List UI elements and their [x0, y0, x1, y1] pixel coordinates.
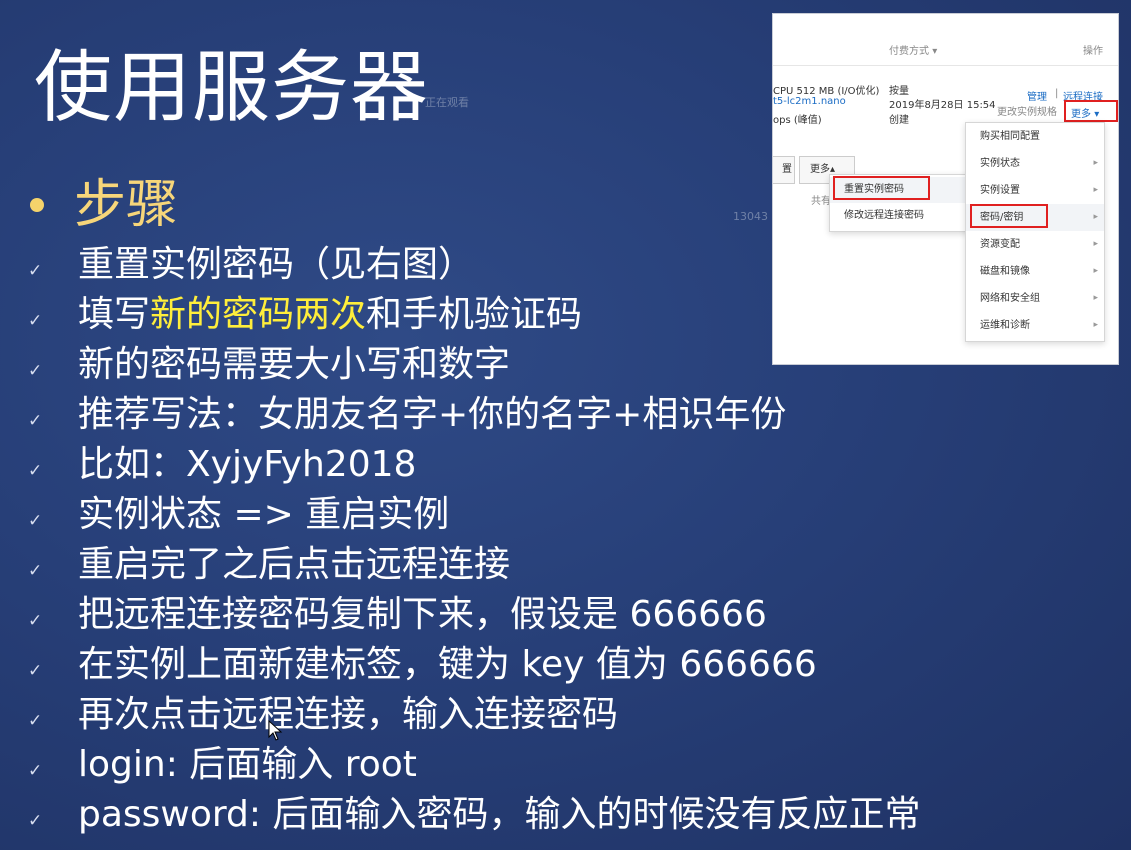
- bullet-dot-icon: [30, 198, 44, 212]
- step-text: 实例状态 => 重启实例: [78, 494, 450, 535]
- mouse-cursor-icon: [268, 720, 283, 741]
- menu-item-disk-image[interactable]: 磁盘和镜像 ▸: [966, 258, 1104, 285]
- menu-item-resource-change[interactable]: 资源变配 ▸: [966, 231, 1104, 258]
- chevron-right-icon: ▸: [1093, 266, 1098, 276]
- list-item: ✓ 在实例上面新建标签，键为 key 值为 666666: [28, 640, 921, 690]
- step-text-highlight: 新的密码两次: [150, 294, 367, 335]
- chevron-right-icon: ▸: [1093, 239, 1098, 249]
- slide-title: 使用服务器: [34, 43, 430, 133]
- check-icon: ✓: [28, 511, 43, 531]
- left-button[interactable]: 置: [773, 156, 795, 184]
- check-icon: ✓: [28, 711, 43, 731]
- menu-item-change-remote-password[interactable]: 修改远程连接密码: [830, 203, 970, 229]
- list-item: ✓ password: 后面输入密码，输入的时候没有反应正常: [28, 790, 921, 840]
- step-text: 比如：XyjyFyh2018: [78, 444, 417, 485]
- list-item: ✓ 把远程连接密码复制下来，假设是 666666: [28, 590, 921, 640]
- highlight-box-reset: [833, 176, 930, 200]
- change-spec-link[interactable]: 更改实例规格: [997, 103, 1057, 118]
- menu-item-instance-status[interactable]: 实例状态 ▸: [966, 150, 1104, 177]
- watermark-number: 13043: [733, 210, 768, 223]
- manage-link[interactable]: 管理: [1027, 88, 1047, 103]
- step-text: 推荐写法：女朋友名字+你的名字+相识年份: [78, 394, 787, 435]
- billing-type: 按量: [889, 86, 909, 97]
- step-text: login: 后面输入 root: [78, 744, 417, 785]
- menu-item-ops-diagnosis[interactable]: 运维和诊断 ▸: [966, 312, 1104, 339]
- step-text: 重启完了之后点击远程连接: [78, 544, 511, 585]
- check-icon: ✓: [28, 261, 43, 281]
- steps-heading: 步骤: [74, 175, 179, 235]
- check-icon: ✓: [28, 561, 43, 581]
- steps-heading-row: 步骤: [30, 170, 178, 240]
- chevron-right-icon: ▸: [1093, 320, 1098, 330]
- step-text: password: 后面输入密码，输入的时候没有反应正常: [78, 794, 921, 835]
- check-icon: ✓: [28, 761, 43, 781]
- list-item: ✓ 重启完了之后点击远程连接: [28, 540, 921, 590]
- menu-item-instance-settings[interactable]: 实例设置 ▸: [966, 177, 1104, 204]
- chevron-right-icon: ▸: [1093, 158, 1098, 168]
- step-text: 填写新的密码两次和手机验证码: [78, 293, 582, 337]
- more-dropdown-menu: 购买相同配置 实例状态 ▸ 实例设置 ▸ 密码/密钥 ▸ 资源变配 ▸ 磁盘和镜像 ▸ 网…: [965, 122, 1105, 342]
- check-icon: ✓: [28, 411, 43, 431]
- watermark-text: 正在观看: [425, 96, 469, 109]
- highlight-box-more: [1064, 100, 1118, 122]
- list-item: ✓ 再次点击远程连接，输入连接密码: [28, 690, 921, 740]
- step-text: 把远程连接密码复制下来，假设是 666666: [78, 594, 767, 635]
- step-text: 在实例上面新建标签，键为 key 值为 666666: [78, 644, 817, 685]
- step-text-pre: 填写: [78, 294, 151, 335]
- instance-bandwidth: ops (峰值): [773, 115, 822, 126]
- instance-type-link[interactable]: t5-lc2m1.nano: [773, 96, 846, 107]
- check-icon: ✓: [28, 661, 43, 681]
- link-separator: |: [1055, 88, 1059, 99]
- created-label: 创建: [889, 115, 909, 126]
- console-screenshot: 付费方式 ▾ 操作 CPU 512 MB (I/O优化) t5-lc2m1.na…: [773, 14, 1118, 364]
- check-icon: ✓: [28, 461, 43, 481]
- header-divider: [773, 65, 1118, 66]
- shared-label: 共有: [811, 196, 831, 207]
- check-icon: ✓: [28, 811, 43, 831]
- menu-item-network-security[interactable]: 网络和安全组 ▸: [966, 285, 1104, 312]
- list-item: ✓ 实例状态 => 重启实例: [28, 490, 921, 540]
- list-item: ✓ 比如：XyjyFyh2018: [28, 440, 921, 490]
- highlight-box-password: [970, 204, 1048, 228]
- list-item: ✓ 推荐写法：女朋友名字+你的名字+相识年份: [28, 390, 921, 440]
- list-item: ✓ login: 后面输入 root: [28, 740, 921, 790]
- column-header-actions: 操作: [1083, 46, 1103, 57]
- chevron-right-icon: ▸: [1093, 185, 1098, 195]
- column-header-payment[interactable]: 付费方式 ▾: [889, 42, 937, 57]
- step-text: 再次点击远程连接，输入连接密码: [78, 694, 619, 735]
- chevron-right-icon: ▸: [1093, 212, 1098, 222]
- check-icon: ✓: [28, 611, 43, 631]
- step-text: 重置实例密码（见右图）: [78, 244, 475, 285]
- step-text: 新的密码需要大小写和数字: [78, 344, 511, 385]
- step-text-post: 和手机验证码: [366, 294, 583, 335]
- instance-spec: CPU 512 MB (I/O优化): [773, 86, 880, 97]
- check-icon: ✓: [28, 361, 43, 381]
- chevron-right-icon: ▸: [1093, 293, 1098, 303]
- menu-item-buy-same[interactable]: 购买相同配置: [966, 123, 1104, 150]
- created-time: 2019年8月28日 15:54: [889, 100, 996, 111]
- caret-down-icon: ▾: [932, 46, 938, 57]
- check-icon: ✓: [28, 311, 43, 331]
